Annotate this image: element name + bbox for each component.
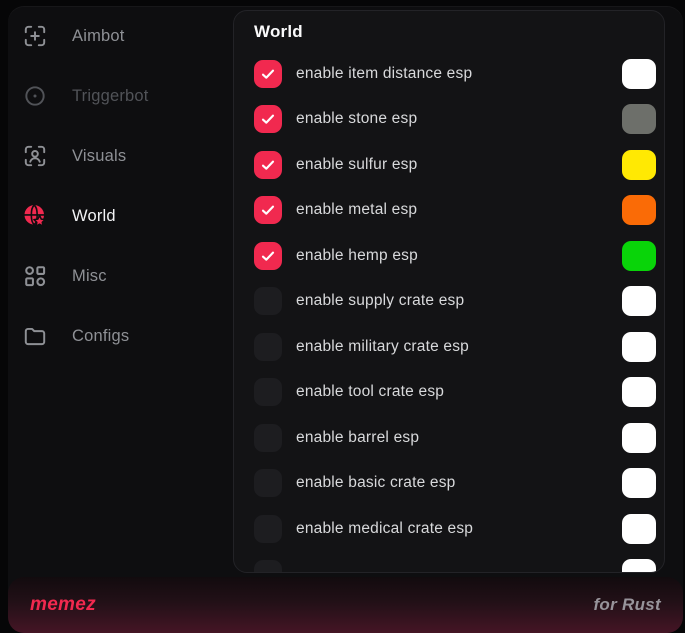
sidebar: Aimbot Triggerbot Visuals World Misc Con… <box>8 6 233 366</box>
check-icon <box>260 157 276 173</box>
esp-option-label: enable metal esp <box>296 201 417 219</box>
check-icon <box>260 248 276 264</box>
esp-option-row: enable military crate esp <box>234 324 664 370</box>
world-icon <box>22 203 48 229</box>
esp-checkbox[interactable] <box>254 424 282 452</box>
brand-logo-text: memez <box>30 594 96 616</box>
esp-color-swatch[interactable] <box>622 332 656 362</box>
esp-option-row: enable stone esp <box>234 97 664 143</box>
sidebar-item-misc[interactable]: Misc <box>8 246 233 306</box>
esp-option-row: enable hemp esp <box>234 233 664 279</box>
footer-tagline: for Rust <box>593 595 661 615</box>
esp-option-row: enable basic crate esp <box>234 461 664 507</box>
esp-option-label: enable hemp esp <box>296 247 418 265</box>
esp-option-label: enable supply crate esp <box>296 292 464 310</box>
esp-option-label: enable basic crate esp <box>296 474 456 492</box>
visuals-icon <box>22 143 48 169</box>
misc-icon <box>22 263 48 289</box>
check-icon <box>260 111 276 127</box>
esp-color-swatch[interactable] <box>622 514 656 544</box>
esp-option-label: enable tool crate esp <box>296 383 444 401</box>
esp-option-row: enable barrel esp <box>234 415 664 461</box>
check-icon <box>260 202 276 218</box>
triggerbot-icon <box>22 83 48 109</box>
esp-option-label: enable item distance esp <box>296 65 472 83</box>
esp-option-label: enable sulfur esp <box>296 156 417 174</box>
esp-option-row: enable metal esp <box>234 188 664 234</box>
esp-color-swatch[interactable] <box>622 150 656 180</box>
esp-checkbox[interactable] <box>254 469 282 497</box>
esp-option-label: enable barrel esp <box>296 429 419 447</box>
esp-checkbox[interactable] <box>254 560 282 573</box>
esp-option-label: enable medical crate esp <box>296 520 473 538</box>
sidebar-item-triggerbot[interactable]: Triggerbot <box>8 66 233 126</box>
esp-color-swatch[interactable] <box>622 423 656 453</box>
esp-option-label: enable stone esp <box>296 110 417 128</box>
esp-checkbox[interactable] <box>254 151 282 179</box>
sidebar-item-aimbot[interactable]: Aimbot <box>8 6 233 66</box>
esp-color-swatch[interactable] <box>622 104 656 134</box>
esp-color-swatch[interactable] <box>622 241 656 271</box>
page-title: World <box>254 22 664 42</box>
esp-checkbox[interactable] <box>254 196 282 224</box>
cheat-menu-window: Aimbot Triggerbot Visuals World Misc Con… <box>8 6 683 633</box>
esp-color-swatch[interactable] <box>622 468 656 498</box>
world-panel: World enable item distance esp enable st… <box>233 10 665 573</box>
esp-color-swatch[interactable] <box>622 195 656 225</box>
configs-icon <box>22 323 48 349</box>
esp-option-row: enable medical crate esp <box>234 506 664 552</box>
esp-option-row: enable supply crate esp <box>234 279 664 325</box>
esp-checkbox[interactable] <box>254 60 282 88</box>
esp-checkbox[interactable] <box>254 105 282 133</box>
aimbot-icon <box>22 23 48 49</box>
check-icon <box>260 66 276 82</box>
esp-option-row: enable sulfur esp <box>234 142 664 188</box>
esp-checkbox[interactable] <box>254 242 282 270</box>
sidebar-item-label: World <box>72 207 116 226</box>
esp-option-row <box>234 552 664 574</box>
sidebar-item-visuals[interactable]: Visuals <box>8 126 233 186</box>
sidebar-item-configs[interactable]: Configs <box>8 306 233 366</box>
footer-bar: memez for Rust <box>8 577 683 633</box>
esp-color-swatch[interactable] <box>622 377 656 407</box>
sidebar-item-label: Misc <box>72 267 107 286</box>
esp-checkbox[interactable] <box>254 378 282 406</box>
sidebar-item-label: Configs <box>72 327 129 346</box>
esp-color-swatch[interactable] <box>622 286 656 316</box>
sidebar-item-label: Aimbot <box>72 27 125 46</box>
esp-option-row: enable item distance esp <box>234 51 664 97</box>
sidebar-item-label: Visuals <box>72 147 126 166</box>
esp-checkbox[interactable] <box>254 333 282 361</box>
esp-color-swatch[interactable] <box>622 59 656 89</box>
esp-checkbox[interactable] <box>254 287 282 315</box>
esp-option-row: enable tool crate esp <box>234 370 664 416</box>
esp-option-label: enable military crate esp <box>296 338 469 356</box>
esp-option-list: enable item distance esp enable stone es… <box>234 51 664 573</box>
sidebar-item-world[interactable]: World <box>8 186 233 246</box>
esp-color-swatch[interactable] <box>622 559 656 573</box>
esp-checkbox[interactable] <box>254 515 282 543</box>
sidebar-item-label: Triggerbot <box>72 87 149 106</box>
